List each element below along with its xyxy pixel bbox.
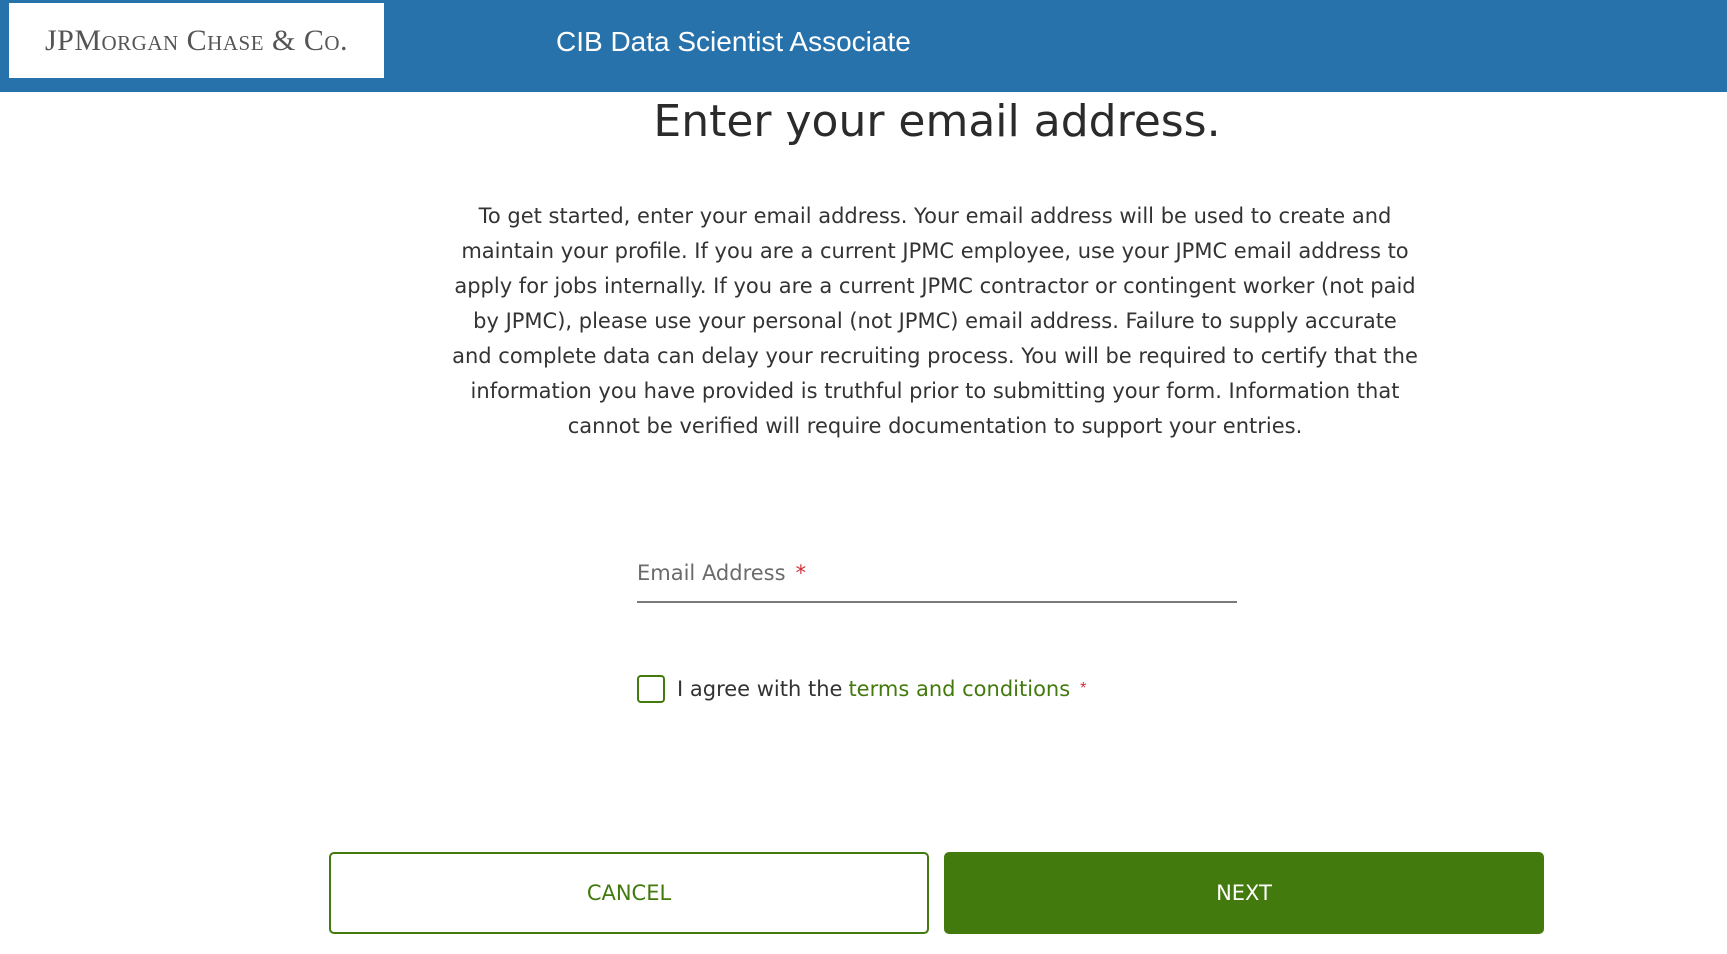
required-asterisk: * <box>1080 680 1087 697</box>
terms-agreement-row: I agree with the terms and conditions * <box>637 674 1086 704</box>
terms-and-conditions-link[interactable]: terms and conditions <box>848 677 1070 701</box>
next-button[interactable]: NEXT <box>944 852 1544 934</box>
intro-paragraph: To get started, enter your email address… <box>452 204 1418 438</box>
job-title: CIB Data Scientist Associate <box>556 26 911 57</box>
email-field[interactable]: Email Address * <box>637 557 1237 603</box>
page-title: Enter your email address. <box>653 96 1221 147</box>
cancel-button[interactable]: CANCEL <box>329 852 929 934</box>
terms-checkbox[interactable] <box>637 675 665 703</box>
top-header-bar: JPMorgan Chase & Co. CIB Data Scientist … <box>0 0 1727 92</box>
company-logo[interactable]: JPMorgan Chase & Co. <box>9 3 384 78</box>
agree-label: I agree with the <box>677 677 843 701</box>
logo-text: JPMorgan Chase & Co. <box>44 23 349 57</box>
email-input[interactable] <box>637 557 1237 601</box>
